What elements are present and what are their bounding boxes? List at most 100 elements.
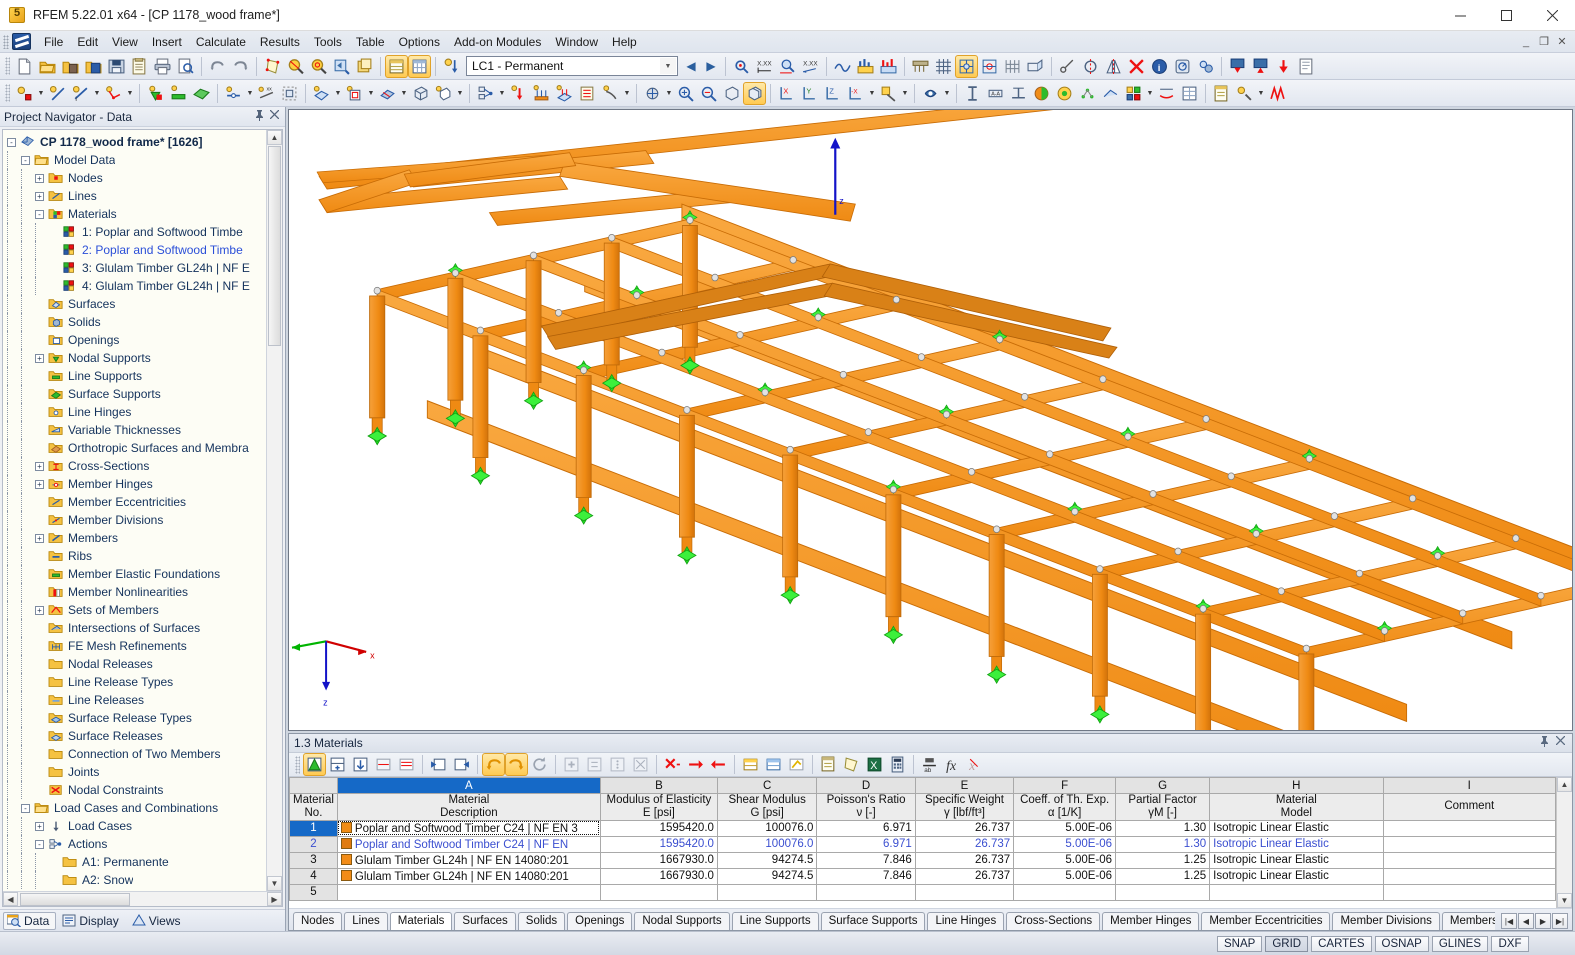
navigator-tab-views[interactable]: Views (128, 912, 188, 930)
new-solid-set-icon[interactable] (432, 82, 455, 105)
row-number-cell[interactable]: 4 (289, 867, 338, 885)
tree-item-openings[interactable]: Openings (3, 331, 266, 349)
tree-item-line-supports[interactable]: Line Supports (3, 367, 266, 385)
tree-item-4-glulam-timber-gl24h-nf-e[interactable]: 4: Glulam Timber GL24h | NF E (3, 277, 266, 295)
result-diagram-icon[interactable] (854, 55, 877, 78)
new-member-division-icon[interactable]: xx (255, 82, 278, 105)
table-color-fill-icon[interactable] (785, 753, 808, 776)
open-model-icon[interactable] (82, 55, 105, 78)
cell-gamma[interactable] (914, 883, 1015, 901)
sheet-tab-members[interactable]: Members (1441, 912, 1495, 930)
column-letter-C[interactable]: C (716, 777, 818, 794)
tree-item-load-cases[interactable]: + Load Cases (3, 817, 266, 835)
menu-addon-modules[interactable]: Add-on Modules (447, 32, 548, 52)
column-letter-G[interactable]: G (1115, 777, 1211, 794)
table-clear-icon[interactable] (629, 753, 652, 776)
tree-item-3-glulam-timber-gl24h-nf-e[interactable]: 3: Glulam Timber GL24h | NF E (3, 259, 266, 277)
column-letter-E[interactable]: E (914, 777, 1015, 794)
tree-item-ribs[interactable]: Ribs (3, 547, 266, 565)
grid-scroll-down-button[interactable]: ▼ (1557, 893, 1572, 908)
table-add-icon[interactable] (560, 753, 583, 776)
menu-window[interactable]: Window (548, 32, 605, 52)
cell-gammaM[interactable]: 1.25 (1115, 851, 1211, 869)
cell-description[interactable]: Glulam Timber GL24h | NF EN 14080:201 (336, 867, 601, 885)
tree-item-nodal-constraints[interactable]: Nodal Constraints (3, 781, 266, 799)
render-style-icon[interactable] (877, 82, 900, 105)
visibility-dropdown[interactable]: ▼ (942, 82, 952, 105)
tree-item-joints[interactable]: Joints (3, 763, 266, 781)
loads-display-icon[interactable] (909, 55, 932, 78)
tree-item-1-poplar-and-softwood-timbe[interactable]: 1: Poplar and Softwood Timbe (3, 223, 266, 241)
show-grid-table-icon[interactable] (408, 54, 431, 78)
cell-alpha[interactable]: 5.00E-06 (1013, 819, 1117, 837)
table-highlight-icon[interactable] (395, 753, 418, 776)
tree-item-line-release-types[interactable]: Line Release Types (3, 673, 266, 691)
tree-item-orthotropic-surfaces-and-membra[interactable]: Orthotropic Surfaces and Membra (3, 439, 266, 457)
menu-file[interactable]: File (37, 32, 70, 52)
tree-item-variable-thicknesses[interactable]: Variable Thicknesses (3, 421, 266, 439)
cell-nu[interactable]: 6.971 (816, 835, 916, 853)
navigator-tab-display[interactable]: Display (58, 912, 125, 930)
tree-item-surface-releases[interactable]: Surface Releases (3, 727, 266, 745)
snap-toggle-grid[interactable]: GRID (1265, 935, 1309, 952)
sheet-tab-member-divisions[interactable]: Member Divisions (1332, 912, 1440, 930)
horizontal-scroll-thumb[interactable] (20, 892, 130, 906)
cell-G[interactable]: 94274.5 (716, 851, 818, 869)
tree-item-nodal-supports[interactable]: + Nodal Supports (3, 349, 266, 367)
cell-E[interactable]: 1595420.0 (599, 835, 718, 853)
printout-icon[interactable] (1210, 82, 1233, 105)
load-case-combo[interactable]: LC1 - Permanent ▼ (466, 56, 678, 76)
cell-description[interactable]: Glulam Timber GL24h | NF EN 14080:201 (336, 851, 601, 869)
new-opening-icon[interactable] (343, 82, 366, 105)
tree-item-member-divisions[interactable]: Member Divisions (3, 511, 266, 529)
zoom-fit-icon[interactable] (720, 82, 743, 105)
save-all-icon[interactable] (128, 55, 151, 78)
new-member-hinge-dropdown[interactable]: ▼ (245, 82, 255, 105)
tree-item-model-data[interactable]: - Model Data (3, 151, 266, 169)
new-polyline-icon[interactable] (102, 82, 125, 105)
chevron-down-icon[interactable]: ▼ (660, 58, 676, 74)
sheet-tab-lines[interactable]: Lines (344, 912, 388, 930)
cell-gammaM[interactable] (1115, 883, 1211, 901)
snap-toggle-cartes[interactable]: CARTES (1311, 935, 1372, 952)
new-load-case-icon[interactable] (440, 55, 463, 78)
tree-item-solids[interactable]: Solids (3, 313, 266, 331)
dimension-value-icon[interactable]: X.XX (753, 55, 776, 78)
new-nodal-support-icon[interactable] (144, 82, 167, 105)
column-letter-F[interactable]: F (1013, 777, 1117, 794)
cell-comment[interactable] (1382, 851, 1556, 869)
cell-comment[interactable] (1382, 819, 1556, 837)
new-set-dropdown[interactable]: ▼ (497, 82, 507, 105)
table-units-icon[interactable]: ab (918, 753, 941, 776)
sheet-tab-materials[interactable]: Materials (389, 912, 453, 930)
tree-item-line-releases[interactable]: Line Releases (3, 691, 266, 709)
tree-item-lines[interactable]: + Lines (3, 187, 266, 205)
row-number-cell[interactable]: 1 (289, 819, 338, 837)
result-sections-dropdown[interactable]: ▼ (1145, 82, 1155, 105)
scroll-up-button[interactable]: ▲ (267, 130, 282, 145)
table-remove-left-icon[interactable] (684, 753, 707, 776)
tree-item-load-cases-and-combinations[interactable]: - Load Cases and Combinations (3, 799, 266, 817)
show-tables-icon[interactable] (385, 54, 408, 78)
table-settings-icon[interactable] (606, 753, 629, 776)
view-settings-icon[interactable] (1171, 55, 1194, 78)
zoom-all-icon[interactable] (307, 55, 330, 78)
column-letter-I[interactable]: I (1382, 777, 1556, 794)
show-hinges-icon[interactable] (978, 55, 1001, 78)
tree-item-member-eccentricities[interactable]: Member Eccentricities (3, 493, 266, 511)
tree-item-line-hinges[interactable]: Line Hinges (3, 403, 266, 421)
surface-smooth-icon[interactable] (1099, 82, 1122, 105)
export-icon[interactable] (1249, 55, 1272, 78)
tree-collapse-toggle[interactable]: - (21, 155, 30, 165)
column-letter-rownum[interactable] (289, 777, 338, 794)
table-insert-row-icon[interactable] (326, 753, 349, 776)
cell-alpha[interactable] (1013, 883, 1117, 901)
navigator-horizontal-scrollbar[interactable]: ◀ ▶ (3, 891, 282, 906)
new-orthotropic-icon[interactable] (376, 82, 399, 105)
table-sort-icon[interactable] (583, 753, 606, 776)
cell-E[interactable]: 1667930.0 (599, 851, 718, 869)
tree-item-fe-mesh-refinements[interactable]: FE Mesh Refinements (3, 637, 266, 655)
sheet-tab-next-button[interactable]: ▶ (1535, 913, 1551, 929)
cell-nu[interactable]: 7.846 (816, 867, 916, 885)
tree-item-surface-supports[interactable]: Surface Supports (3, 385, 266, 403)
